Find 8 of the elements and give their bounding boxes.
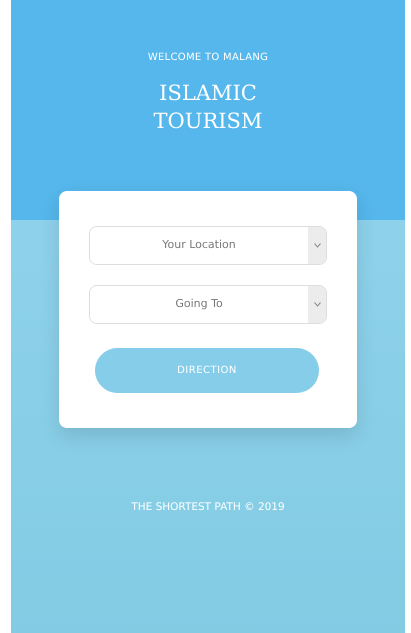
chevron-down-icon bbox=[314, 242, 320, 248]
footer-text: THE SHORTEST PATH © 2019 bbox=[131, 500, 285, 515]
chevron-down-icon bbox=[314, 302, 320, 307]
select-field[interactable]: Your Location bbox=[89, 226, 327, 265]
welcome-subtitle: WELCOME TO MALANG bbox=[148, 51, 268, 65]
select-field[interactable]: Going To bbox=[89, 284, 327, 324]
app-title: ISLAMIC TOURISM bbox=[153, 80, 263, 136]
direction-button[interactable]: DIRECTION bbox=[95, 348, 319, 393]
